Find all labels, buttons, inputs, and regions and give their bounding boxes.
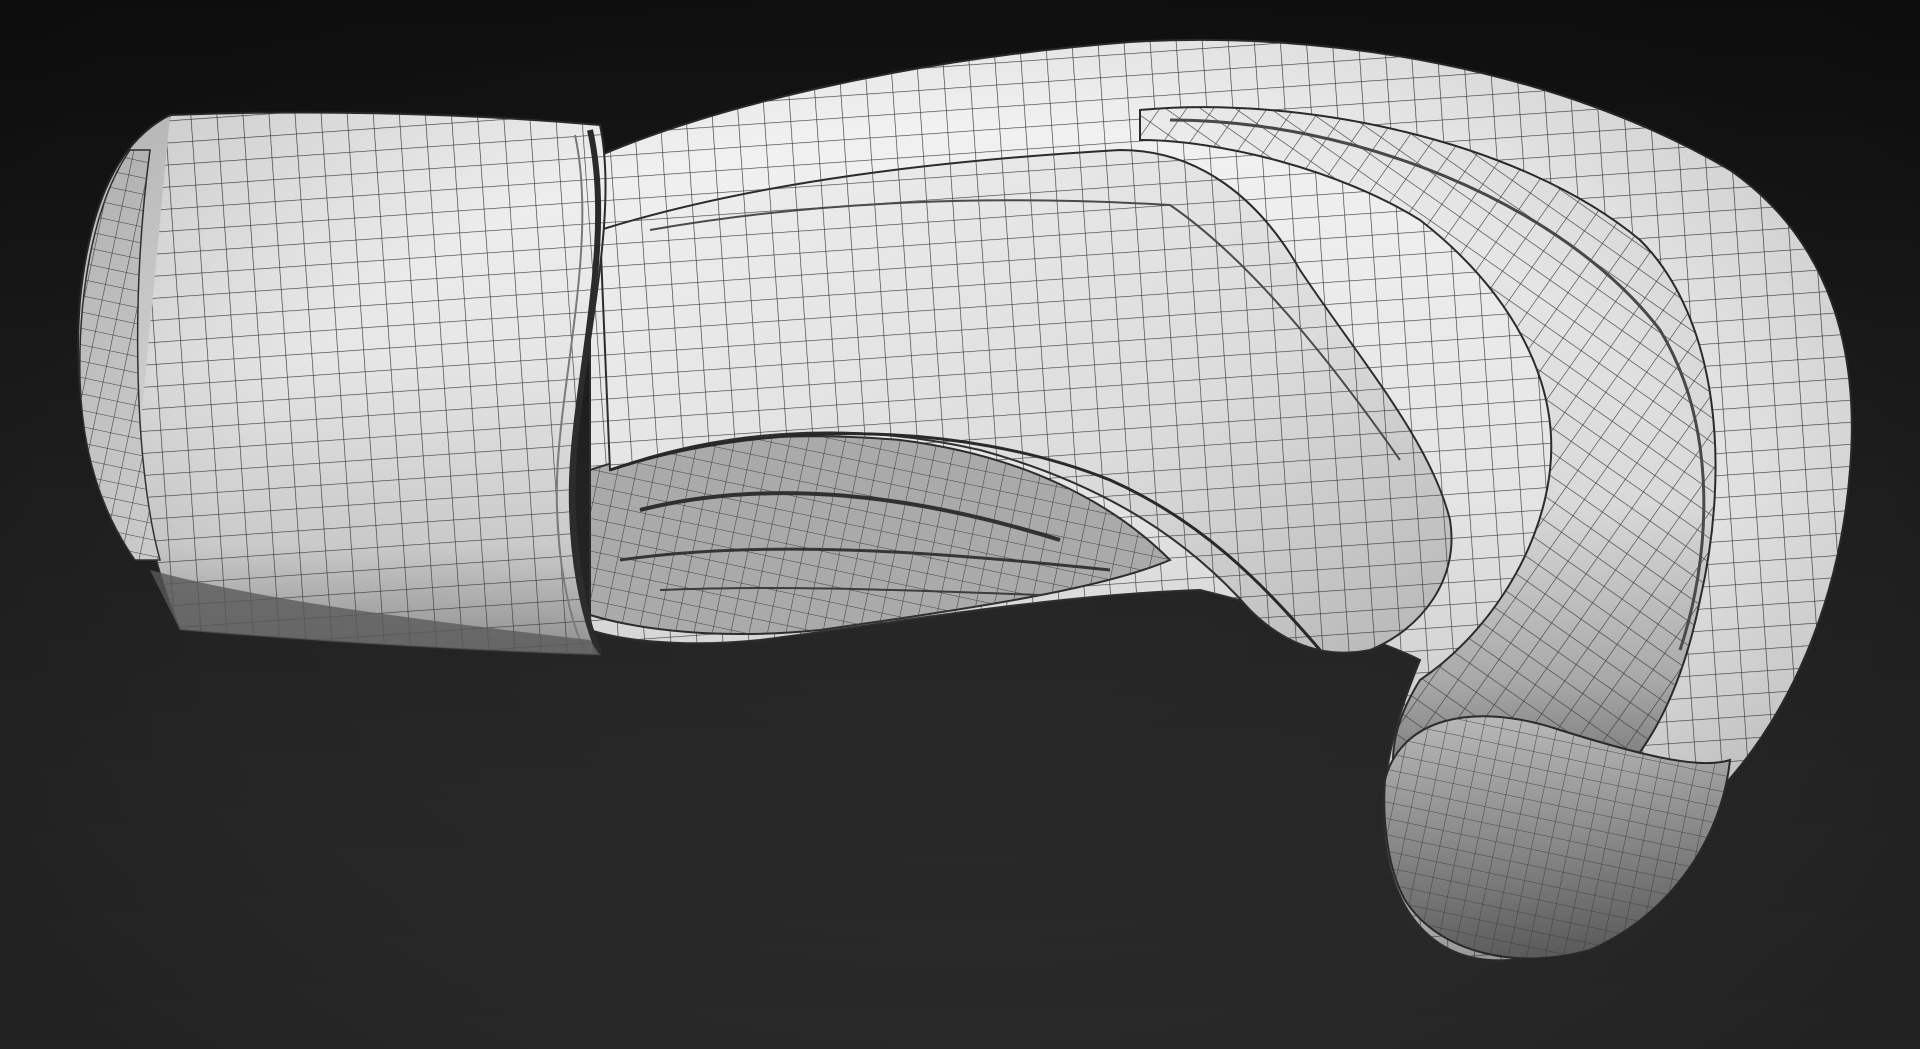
viewport-canvas[interactable] bbox=[0, 0, 1920, 1049]
glove-cuff bbox=[77, 111, 607, 657]
boxing-glove-model[interactable] bbox=[0, 0, 1920, 1049]
